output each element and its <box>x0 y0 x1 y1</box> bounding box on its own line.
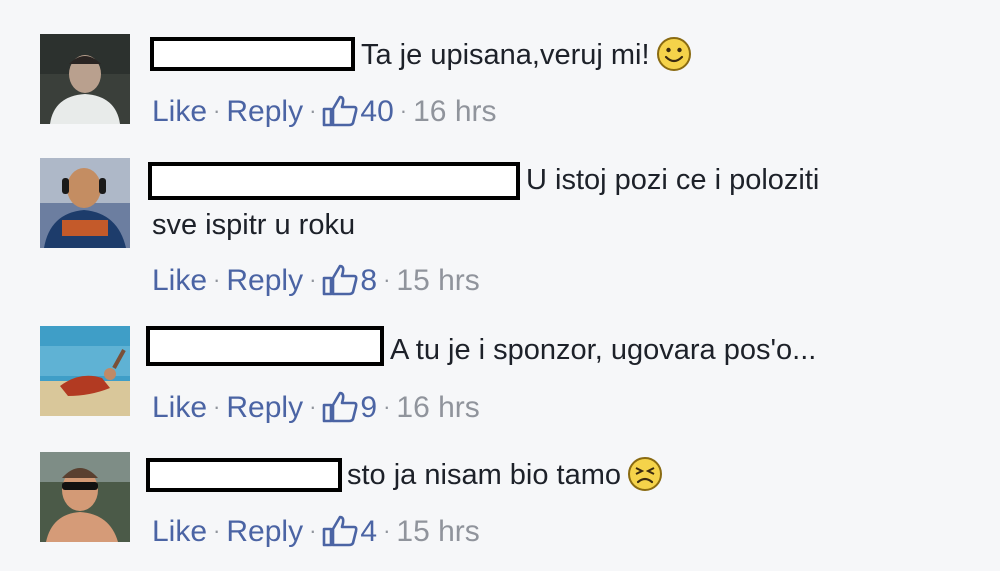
smile-emoji-icon <box>656 36 692 86</box>
thumbs-up-icon[interactable] <box>322 515 358 558</box>
avatar-photo <box>40 326 130 416</box>
avatar[interactable] <box>40 452 130 542</box>
reply-link[interactable]: Reply <box>226 391 303 424</box>
separator: · <box>213 267 221 292</box>
thumbs-up-icon[interactable] <box>322 391 358 434</box>
separator: · <box>309 394 317 419</box>
reply-link[interactable]: Reply <box>226 515 303 548</box>
like-count[interactable]: 8 <box>360 264 377 297</box>
comment-text: Ta je upisana,veruj mi! <box>361 32 692 86</box>
reply-link[interactable]: Reply <box>226 95 303 128</box>
comment-text: A tu je i sponzor, ugovara pos'o... <box>390 334 817 366</box>
redacted-author-name <box>148 162 520 200</box>
avatar[interactable] <box>40 326 130 416</box>
comment-actions: Like · Reply · 9 · 16 hrs <box>152 387 480 434</box>
like-link[interactable]: Like <box>152 391 207 424</box>
timestamp[interactable]: 15 hrs <box>396 264 479 297</box>
separator: · <box>399 98 408 123</box>
like-link[interactable]: Like <box>152 515 207 548</box>
separator: · <box>383 394 391 419</box>
thumbs-up-icon[interactable] <box>322 264 358 307</box>
like-count[interactable]: 9 <box>360 391 377 424</box>
reply-link[interactable]: Reply <box>226 264 303 297</box>
like-count[interactable]: 40 <box>360 95 393 128</box>
separator: · <box>213 98 221 123</box>
avatar-photo <box>40 452 130 542</box>
timestamp[interactable]: 16 hrs <box>396 391 479 424</box>
comment-text-line2: sve ispitr u roku <box>152 209 356 241</box>
comment-text: sto ja nisam bio tamo <box>347 452 663 506</box>
redacted-author-name <box>146 458 342 492</box>
comment-actions: Like · Reply · 8 · 15 hrs <box>152 260 480 307</box>
timestamp[interactable]: 15 hrs <box>396 515 479 548</box>
separator: · <box>309 98 317 123</box>
separator: · <box>383 518 391 543</box>
separator: · <box>213 518 221 543</box>
separator: · <box>213 394 221 419</box>
separator: · <box>383 267 391 292</box>
like-link[interactable]: Like <box>152 95 207 128</box>
like-count[interactable]: 4 <box>360 515 377 548</box>
timestamp[interactable]: 16 hrs <box>413 95 496 128</box>
avatar[interactable] <box>40 34 130 124</box>
persevere-emoji-icon <box>627 456 663 506</box>
redacted-author-name <box>150 37 355 71</box>
separator: · <box>309 267 317 292</box>
thumbs-up-icon[interactable] <box>322 95 358 138</box>
comment-actions: Like · Reply · 40 · 16 hrs <box>152 91 497 138</box>
separator: · <box>309 518 317 543</box>
like-link[interactable]: Like <box>152 264 207 297</box>
avatar[interactable] <box>40 158 130 248</box>
avatar-photo <box>40 34 130 124</box>
redacted-author-name <box>146 326 384 366</box>
comment-actions: Like · Reply · 4 · 15 hrs <box>152 511 480 558</box>
comment-text: U istoj pozi ce i poloziti <box>526 164 820 196</box>
avatar-photo <box>40 158 130 248</box>
